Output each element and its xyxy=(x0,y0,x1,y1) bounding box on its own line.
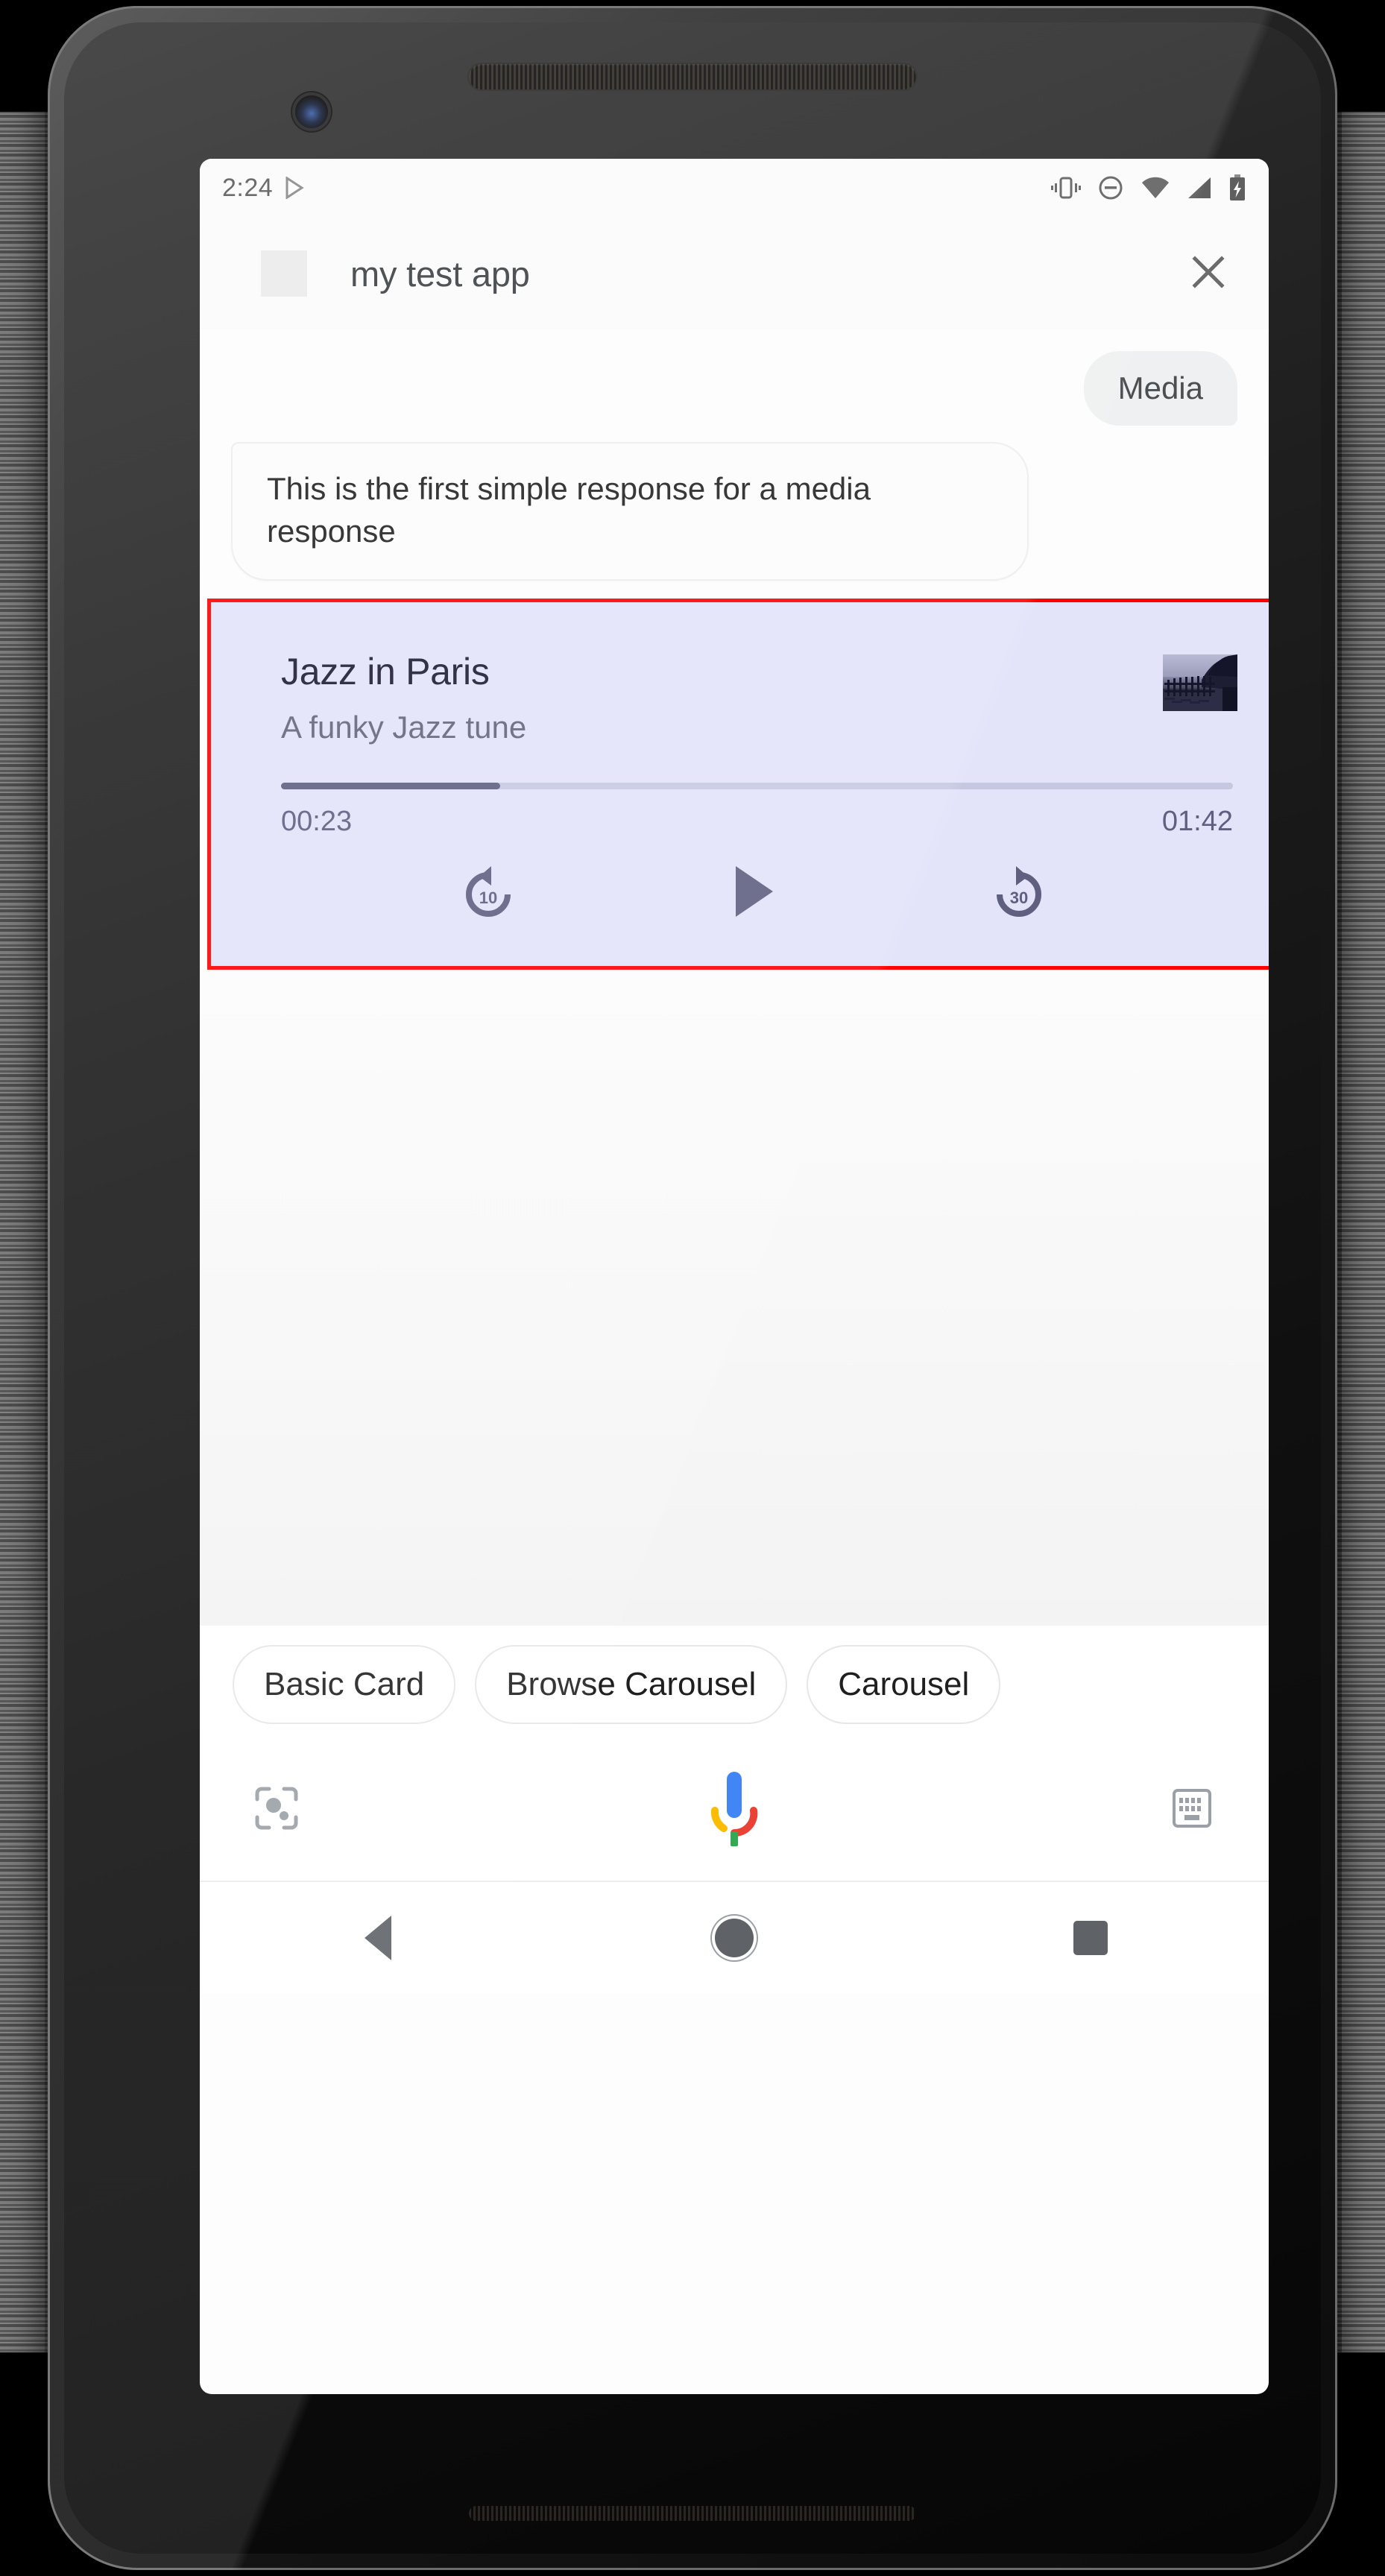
bottom-speaker-grille-icon xyxy=(469,2506,916,2521)
play-icon xyxy=(730,863,777,924)
user-message-row: Media xyxy=(200,351,1269,426)
vibrate-icon xyxy=(1051,175,1081,201)
status-bar: 2:24 xyxy=(200,159,1269,217)
media-card-header: Jazz in Paris A funky Jazz tune xyxy=(245,650,1269,745)
forward-30-button[interactable]: 30 xyxy=(983,857,1055,929)
agent-message-bubble: This is the first simple response for a … xyxy=(231,442,1029,581)
front-camera-icon xyxy=(295,95,328,128)
chip-browse-carousel[interactable]: Browse Carousel xyxy=(475,1645,788,1725)
phone-device: 2:24 my test app Media This is the first… xyxy=(48,6,1337,2570)
home-circle-icon xyxy=(715,1919,754,1958)
forward-30-icon: 30 xyxy=(989,862,1049,925)
google-assistant-mic-icon xyxy=(698,1767,770,1853)
google-lens-button[interactable] xyxy=(244,1778,309,1842)
nav-home-button[interactable] xyxy=(690,1893,779,1983)
media-title: Jazz in Paris xyxy=(281,651,490,693)
cellular-signal-icon xyxy=(1187,176,1212,200)
album-art-thumbnail-icon xyxy=(1163,654,1237,712)
chip-carousel[interactable]: Carousel xyxy=(807,1645,1001,1725)
back-triangle-icon xyxy=(365,1916,391,1961)
chip-basic-card[interactable]: Basic Card xyxy=(233,1645,456,1725)
media-progress-fill xyxy=(281,783,500,790)
user-message-bubble: Media xyxy=(1083,351,1237,426)
media-subtitle: A funky Jazz tune xyxy=(281,710,527,745)
svg-text:30: 30 xyxy=(1009,888,1027,907)
play-triangle-icon xyxy=(285,177,304,199)
play-button[interactable] xyxy=(718,857,789,929)
media-response-card[interactable]: Jazz in Paris A funky Jazz tune 00:23 01… xyxy=(245,613,1269,955)
status-bar-right xyxy=(1051,174,1246,201)
speaker-grille-icon xyxy=(469,64,916,89)
media-time-row: 00:23 01:42 xyxy=(245,806,1269,838)
media-controls: 10 30 xyxy=(245,857,1269,929)
rewind-10-button[interactable]: 10 xyxy=(452,857,524,929)
app-title: my test app xyxy=(350,253,530,294)
nav-back-button[interactable] xyxy=(333,1893,423,1983)
wifi-icon xyxy=(1141,176,1170,200)
app-bar: my test app xyxy=(200,217,1269,330)
media-progress-track[interactable] xyxy=(281,783,1233,790)
media-progress[interactable] xyxy=(245,783,1269,790)
android-navigation-bar xyxy=(200,1882,1269,1995)
status-bar-clock: 2:24 xyxy=(222,173,274,202)
svg-text:10: 10 xyxy=(479,888,496,907)
suggestion-chips: Basic Card Browse Carousel Carousel xyxy=(200,1626,1269,1750)
conversation-area: Media This is the first simple response … xyxy=(200,351,1269,1626)
google-lens-icon xyxy=(253,1784,300,1836)
conversation-filler xyxy=(200,970,1269,1626)
do-not-disturb-icon xyxy=(1097,174,1124,201)
status-bar-left: 2:24 xyxy=(222,174,304,203)
nav-recents-button[interactable] xyxy=(1046,1893,1135,1983)
media-elapsed-time: 00:23 xyxy=(281,806,353,838)
keyboard-icon xyxy=(1168,1784,1216,1836)
close-button[interactable] xyxy=(1181,246,1236,301)
media-card-text: Jazz in Paris A funky Jazz tune xyxy=(281,650,1163,745)
rewind-10-icon: 10 xyxy=(458,862,518,925)
recents-square-icon xyxy=(1073,1921,1108,1956)
keyboard-button[interactable] xyxy=(1160,1778,1224,1842)
media-total-time: 01:42 xyxy=(1161,806,1233,838)
phone-screen: 2:24 my test app Media This is the first… xyxy=(200,159,1269,2394)
assistant-input-bar xyxy=(200,1749,1269,1883)
media-response-highlight: Jazz in Paris A funky Jazz tune 00:23 01… xyxy=(207,599,1269,970)
app-logo-placeholder-icon xyxy=(261,250,307,297)
agent-message-row: This is the first simple response for a … xyxy=(200,442,1269,581)
close-icon xyxy=(1189,253,1228,295)
battery-charging-icon xyxy=(1228,174,1246,201)
assistant-mic-button[interactable] xyxy=(693,1769,775,1851)
